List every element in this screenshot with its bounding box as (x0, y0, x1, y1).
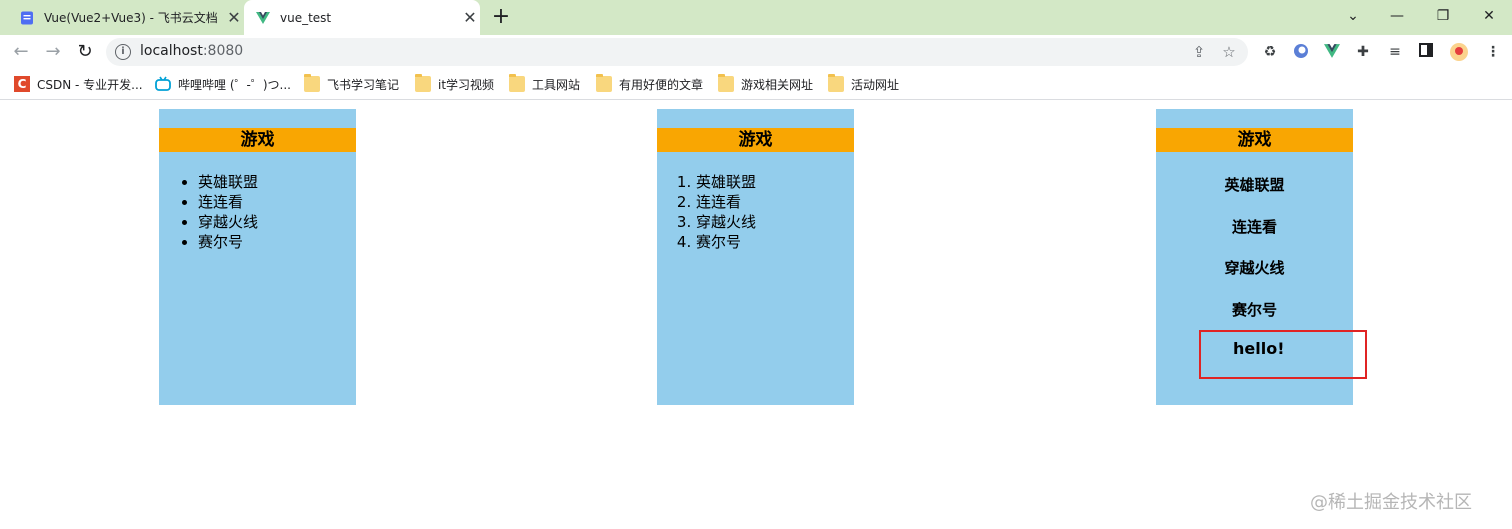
game-list: 英雄联盟 连连看 穿越火线 赛尔号 (159, 172, 356, 252)
browser-toolbar: ← → ↻ i localhost:8080 ⇪ ☆ ♻ ✚ ≡ ⋮ (0, 35, 1512, 69)
url-text: localhost:8080 (140, 43, 243, 59)
folder-icon (304, 74, 320, 92)
folder-icon (718, 74, 734, 92)
list-item: 穿越火线 (696, 212, 854, 232)
list-item: 连连看 (1231, 217, 1277, 236)
more-menu-icon[interactable]: ⋮ (1484, 43, 1502, 61)
bookmark-label: 飞书学习笔记 (327, 77, 400, 92)
extensions-puzzle-icon[interactable]: ✚ (1354, 43, 1372, 61)
game-list: 英雄联盟 连连看 穿越火线 赛尔号 (1156, 174, 1353, 340)
recycle-extension-icon[interactable]: ♻ (1261, 43, 1279, 61)
list-item: 穿越火线 (198, 212, 356, 232)
vue-devtools-icon[interactable] (1323, 43, 1341, 61)
game-card-ordered: 游戏 英雄联盟 连连看 穿越火线 赛尔号 (657, 109, 854, 405)
list-item: 赛尔号 (198, 232, 356, 252)
bookmark-csdn[interactable]: C CSDN - 专业开发... (14, 75, 143, 93)
bookmark-folder-articles[interactable]: 有用好便的文章 (596, 74, 704, 93)
bookmark-label: CSDN - 专业开发... (37, 77, 143, 92)
vue-logo-icon (256, 11, 270, 24)
list-item: 连连看 (198, 192, 356, 212)
address-bar[interactable]: i localhost:8080 ⇪ ☆ (106, 38, 1248, 66)
card-title: 游戏 (657, 128, 854, 152)
site-info-icon[interactable]: i (115, 44, 131, 60)
list-item: 穿越火线 (1224, 259, 1285, 277)
back-button[interactable]: ← (8, 39, 34, 65)
bookmark-folder-feishu-notes[interactable]: 飞书学习笔记 (304, 74, 400, 93)
bookmark-label: 活动网址 (851, 77, 900, 92)
csdn-logo-icon: C (14, 76, 30, 92)
bookmark-folder-tools[interactable]: 工具网站 (509, 74, 581, 93)
list-item: 英雄联盟 (198, 172, 356, 192)
folder-icon (828, 74, 844, 92)
minimize-button[interactable]: — (1374, 0, 1420, 32)
share-icon[interactable]: ⇪ (1190, 43, 1208, 61)
tab-vue-test[interactable]: vue_test ✕ (244, 0, 480, 35)
highlight-annotation-box (1199, 330, 1367, 379)
folder-icon (596, 74, 612, 92)
folder-icon (415, 74, 431, 92)
list-item: 赛尔号 (696, 232, 854, 252)
profile-avatar-icon[interactable] (1450, 43, 1468, 61)
bilibili-tv-icon (155, 76, 171, 91)
tab-feishu-doc[interactable]: Vue(Vue2+Vue3) - 飞书云文档 ✕ (14, 0, 244, 35)
new-tab-button[interactable]: + (489, 6, 513, 30)
bookmark-star-icon[interactable]: ☆ (1220, 43, 1238, 61)
url-port: :8080 (202, 43, 244, 59)
forward-button[interactable]: → (40, 39, 66, 65)
bookmark-folder-game-sites[interactable]: 游戏相关网址 (718, 74, 814, 93)
extension-blue-icon[interactable] (1292, 43, 1310, 61)
game-card-unordered: 游戏 英雄联盟 连连看 穿越火线 赛尔号 (159, 109, 356, 405)
list-item: 英雄联盟 (1224, 176, 1285, 194)
url-host: localhost (140, 43, 203, 59)
bookmark-bilibili[interactable]: 哔哩哔哩 (゜-゜)つ... (155, 75, 291, 93)
reload-button[interactable]: ↻ (72, 39, 98, 65)
game-list: 英雄联盟 连连看 穿越火线 赛尔号 (657, 172, 854, 252)
card-title: 游戏 (1156, 128, 1353, 152)
bookmark-label: 游戏相关网址 (741, 77, 814, 92)
bookmark-label: it学习视频 (438, 77, 495, 92)
bookmarks-bar: C CSDN - 专业开发... 哔哩哔哩 (゜-゜)つ... 飞书学习笔记 i… (0, 69, 1512, 100)
bookmark-label: 哔哩哔哩 (゜-゜)つ... (178, 77, 291, 92)
close-tab-icon[interactable]: ✕ (224, 8, 244, 28)
watermark: @稀土掘金技术社区 (1310, 492, 1472, 513)
tab-search-chevron-icon[interactable]: ⌄ (1330, 0, 1376, 32)
folder-icon (509, 74, 525, 92)
tab-title: vue_test (280, 10, 332, 25)
tab-title: Vue(Vue2+Vue3) - 飞书云文档 (44, 11, 218, 25)
close-window-button[interactable]: ✕ (1466, 0, 1512, 32)
bookmark-label: 工具网站 (532, 77, 581, 92)
bookmark-folder-it-videos[interactable]: it学习视频 (415, 74, 495, 93)
close-tab-icon[interactable]: ✕ (460, 8, 480, 28)
list-item: 英雄联盟 (696, 172, 854, 192)
list-item: 连连看 (696, 192, 854, 212)
side-panel-icon[interactable] (1417, 43, 1435, 61)
bookmark-folder-events[interactable]: 活动网址 (828, 74, 900, 93)
restore-button[interactable]: ❐ (1420, 0, 1466, 32)
feishu-doc-icon (21, 11, 33, 24)
card-title: 游戏 (159, 128, 356, 152)
bookmark-label: 有用好便的文章 (619, 77, 704, 92)
reading-list-icon[interactable]: ≡ (1386, 43, 1404, 61)
tab-strip: Vue(Vue2+Vue3) - 飞书云文档 ✕ vue_test ✕ + ⌄ … (0, 0, 1512, 35)
